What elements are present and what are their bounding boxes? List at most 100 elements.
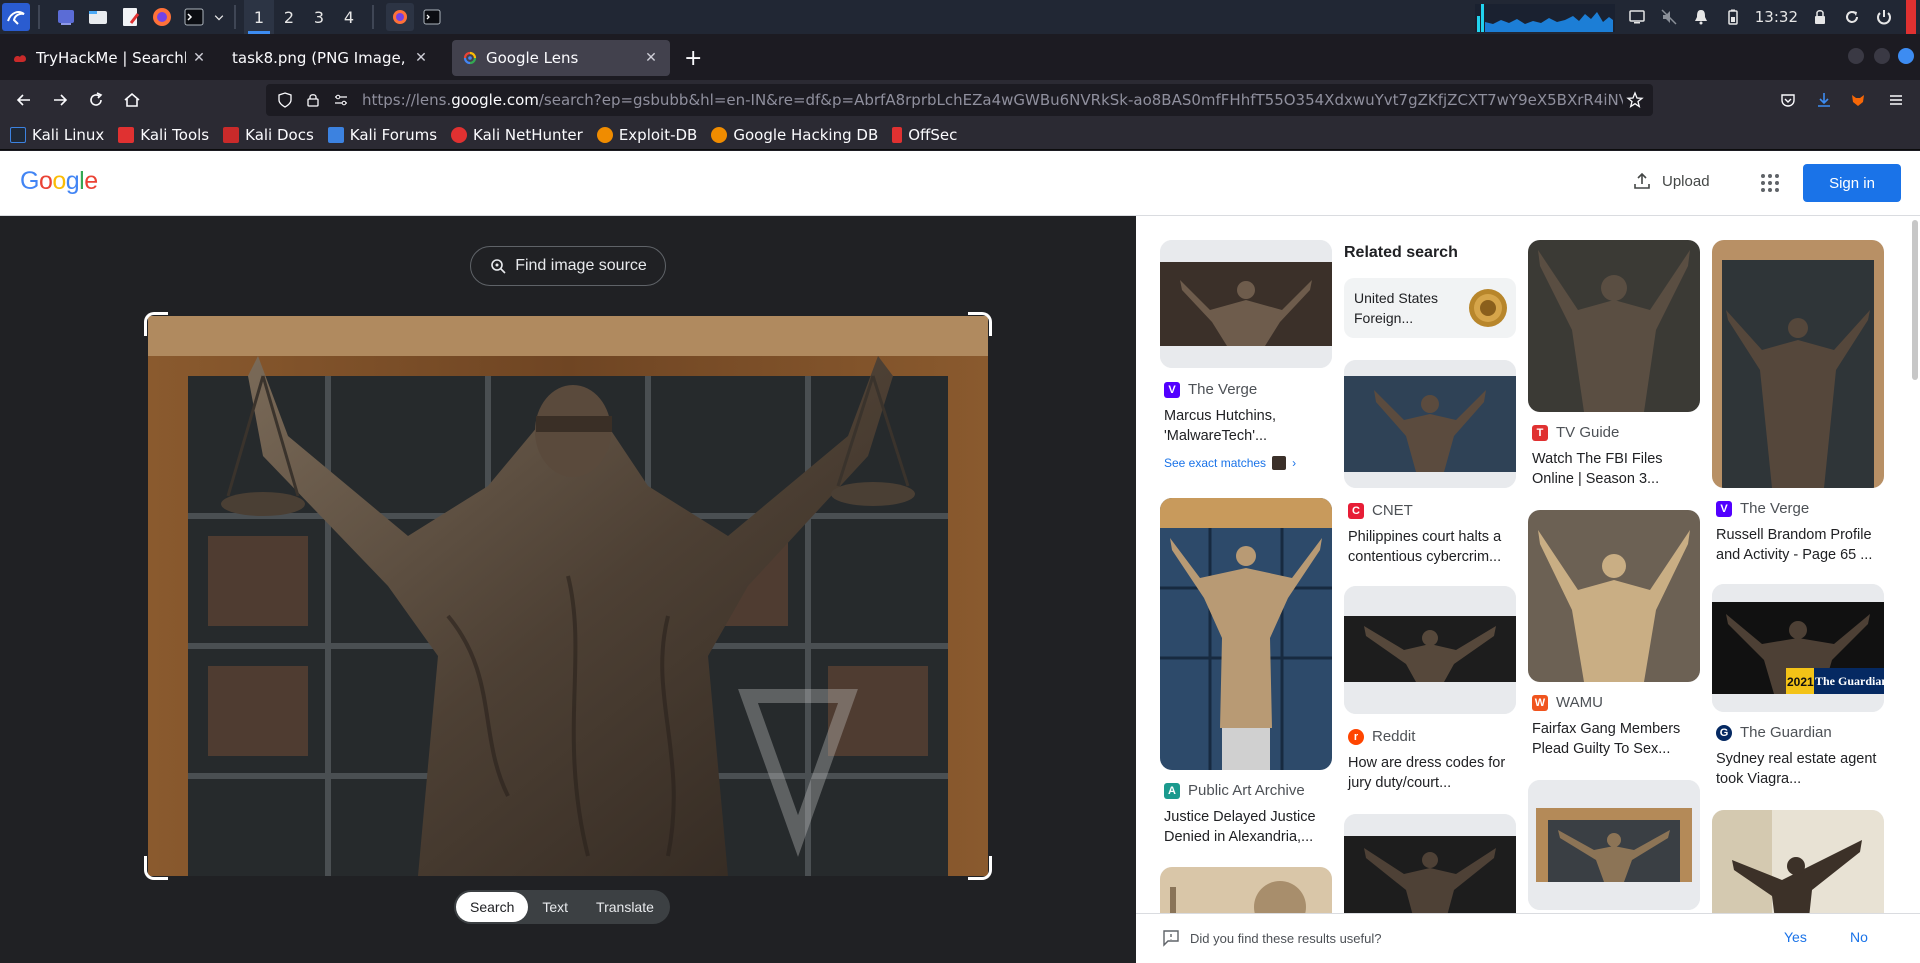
workspace-4[interactable]: 4 xyxy=(334,0,364,34)
related-search-chip[interactable]: United States Foreign... xyxy=(1344,278,1516,338)
lock-icon[interactable] xyxy=(1810,7,1830,27)
file-manager-icon[interactable] xyxy=(84,3,112,31)
url-bar[interactable]: https://lens.google.com/search?ep=gsbubb… xyxy=(266,84,1653,116)
close-icon[interactable]: ✕ xyxy=(190,50,208,66)
text-editor-icon[interactable] xyxy=(116,3,144,31)
result-thumbnail[interactable] xyxy=(1528,510,1700,682)
bookmark-kali-linux[interactable]: Kali Linux xyxy=(10,126,104,144)
close-icon[interactable]: ✕ xyxy=(412,50,430,66)
result-thumbnail[interactable] xyxy=(1528,780,1700,910)
pocket-button[interactable] xyxy=(1776,88,1800,112)
upload-button[interactable]: Upload xyxy=(1632,171,1710,191)
result-title[interactable]: How are dress codes for jury duty/court.… xyxy=(1348,753,1520,793)
result-source[interactable]: A Public Art Archive xyxy=(1164,782,1305,799)
bookmark-kali-nethunter[interactable]: Kali NetHunter xyxy=(451,126,583,144)
reload-button[interactable] xyxy=(84,88,108,112)
result-thumbnail[interactable] xyxy=(1712,584,1884,712)
firefox-window-icon[interactable] xyxy=(386,3,414,31)
clock[interactable]: 13:32 xyxy=(1755,8,1798,26)
display-icon[interactable] xyxy=(1627,7,1647,27)
result-title[interactable]: Sydney real estate agent took Viagra... xyxy=(1716,749,1888,789)
result-thumbnail[interactable] xyxy=(1160,498,1332,770)
google-apps-icon[interactable] xyxy=(1760,173,1780,193)
url-text[interactable]: https://lens.google.com/search?ep=gsbubb… xyxy=(362,91,1623,109)
maximize-button[interactable] xyxy=(1874,48,1890,64)
downloads-button[interactable] xyxy=(1812,88,1836,112)
result-thumbnail[interactable] xyxy=(1344,360,1516,488)
tv-guide-icon: T xyxy=(1532,424,1548,441)
bookmark-kali-docs[interactable]: Kali Docs xyxy=(223,126,314,144)
shield-icon[interactable] xyxy=(276,91,294,109)
forward-button[interactable] xyxy=(48,88,72,112)
result-title[interactable]: Watch The FBI Files Online | Season 3... xyxy=(1532,449,1704,489)
result-source[interactable]: V The Verge xyxy=(1716,500,1809,517)
crop-handle-bottom-left[interactable] xyxy=(144,856,168,880)
feedback-yes-button[interactable]: Yes xyxy=(1784,929,1807,945)
home-button[interactable] xyxy=(120,88,144,112)
result-title[interactable]: Russell Brandom Profile and Activity - P… xyxy=(1716,525,1888,565)
result-source[interactable]: r Reddit xyxy=(1348,728,1415,745)
result-title[interactable]: Philippines court halts a contentious cy… xyxy=(1348,527,1520,567)
mode-translate[interactable]: Translate xyxy=(582,892,668,922)
result-source[interactable]: W WAMU xyxy=(1532,694,1603,711)
query-image-statue[interactable] xyxy=(148,316,988,876)
chevron-down-icon[interactable] xyxy=(212,3,226,31)
close-icon[interactable]: ✕ xyxy=(642,50,660,66)
find-image-source-button[interactable]: Find image source xyxy=(470,246,666,286)
mode-search[interactable]: Search xyxy=(456,892,529,922)
bookmark-star-icon[interactable] xyxy=(1623,88,1647,112)
volume-muted-icon[interactable] xyxy=(1659,7,1679,27)
google-logo[interactable]: Google xyxy=(20,167,98,196)
navigation-bar: https://lens.google.com/search?ep=gsbubb… xyxy=(0,80,1920,120)
result-source[interactable]: V The Verge xyxy=(1164,381,1257,398)
workspace-2[interactable]: 2 xyxy=(274,0,304,34)
bookmark-kali-tools[interactable]: Kali Tools xyxy=(118,126,209,144)
crop-handle-top-right[interactable] xyxy=(968,312,992,336)
result-thumbnail[interactable] xyxy=(1712,240,1884,488)
result-source[interactable]: G The Guardian xyxy=(1716,724,1832,741)
new-tab-button[interactable]: + xyxy=(684,46,702,71)
notification-bell-icon[interactable] xyxy=(1691,7,1711,27)
minimize-button[interactable] xyxy=(1848,48,1864,64)
bookmark-offsec[interactable]: OffSec xyxy=(892,126,957,144)
lock-icon[interactable] xyxy=(304,91,322,109)
result-source[interactable]: T TV Guide xyxy=(1532,424,1619,441)
close-window-button[interactable] xyxy=(1898,48,1914,64)
tab-google-lens[interactable]: Google Lens ✕ xyxy=(452,40,670,76)
result-thumbnail[interactable] xyxy=(1712,810,1884,927)
mode-text[interactable]: Text xyxy=(528,892,582,922)
result-thumbnail[interactable] xyxy=(1528,240,1700,412)
workspace-1[interactable]: 1 xyxy=(244,0,274,34)
chevron-right-icon: › xyxy=(1292,456,1297,470)
result-thumbnail[interactable] xyxy=(1344,586,1516,714)
result-source[interactable]: C CNET xyxy=(1348,502,1413,519)
bookmark-google-hacking-db[interactable]: Google Hacking DB xyxy=(711,126,878,144)
result-title[interactable]: Marcus Hutchins, 'MalwareTech'... xyxy=(1164,406,1336,446)
extension-button[interactable] xyxy=(1846,88,1870,112)
workspace-3[interactable]: 3 xyxy=(304,0,334,34)
refresh-icon[interactable] xyxy=(1842,7,1862,27)
terminal-window-icon[interactable] xyxy=(418,3,446,31)
menu-button[interactable] xyxy=(1884,88,1908,112)
crop-handle-bottom-right[interactable] xyxy=(968,856,992,880)
desktop-icon[interactable] xyxy=(52,3,80,31)
feedback-no-button[interactable]: No xyxy=(1850,929,1868,945)
tab-task8-image[interactable]: task8.png (PNG Image, 915 × ✕ xyxy=(222,40,440,76)
bookmark-kali-forums[interactable]: Kali Forums xyxy=(327,126,437,144)
result-title[interactable]: Justice Delayed Justice Denied in Alexan… xyxy=(1164,807,1336,847)
result-thumbnail[interactable] xyxy=(1344,814,1516,927)
tab-tryhackme[interactable]: TryHackMe | Searchlight - ✕ xyxy=(2,40,218,76)
permissions-icon[interactable] xyxy=(332,91,350,109)
result-thumbnail[interactable] xyxy=(1160,240,1332,368)
result-title[interactable]: Fairfax Gang Members Plead Guilty To Sex… xyxy=(1532,719,1704,759)
results-scrollbar[interactable] xyxy=(1912,220,1918,380)
terminal-icon[interactable] xyxy=(180,3,208,31)
power-icon[interactable] xyxy=(1874,7,1894,27)
back-button[interactable] xyxy=(12,88,36,112)
kali-menu-icon[interactable] xyxy=(2,3,30,31)
crop-handle-top-left[interactable] xyxy=(144,312,168,336)
firefox-icon[interactable] xyxy=(148,3,176,31)
see-exact-matches-link[interactable]: See exact matches › xyxy=(1164,456,1296,470)
sign-in-button[interactable]: Sign in xyxy=(1803,164,1901,202)
bookmark-exploit-db[interactable]: Exploit-DB xyxy=(596,126,697,144)
